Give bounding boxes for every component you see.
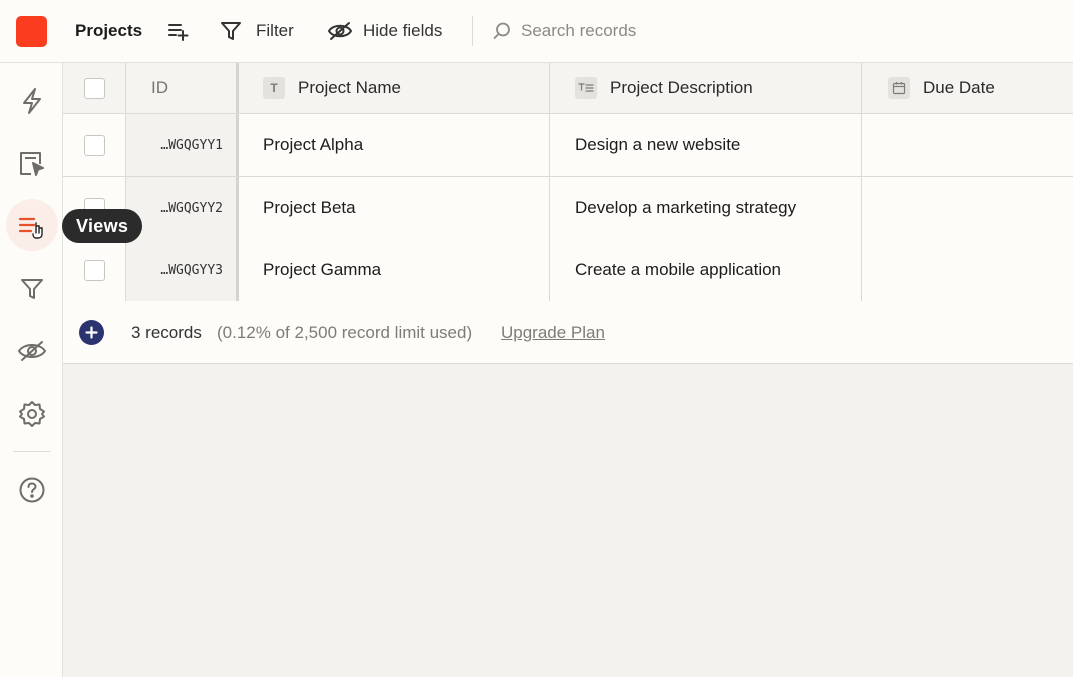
grid-footer: 3 records (0.12% of 2,500 record limit u… xyxy=(63,301,1073,364)
add-record-button[interactable] xyxy=(79,320,104,345)
settings-icon xyxy=(19,401,45,427)
record-id: …WGQGYY3 xyxy=(160,262,223,278)
date-field-icon xyxy=(888,77,910,99)
project-description-cell[interactable]: Design a new website xyxy=(550,114,862,176)
sidebar-divider xyxy=(13,451,50,452)
project-description-cell[interactable]: Create a mobile application xyxy=(550,239,862,301)
lightning-icon xyxy=(23,88,41,114)
interface-icon xyxy=(20,152,44,176)
hide-fields-button[interactable]: Hide fields xyxy=(363,21,442,41)
help-button[interactable] xyxy=(6,464,58,516)
column-header-id[interactable]: ID xyxy=(126,63,239,113)
automations-button[interactable] xyxy=(6,75,58,127)
column-header-label: Project Name xyxy=(298,78,401,97)
column-header-project-description[interactable]: Project Description xyxy=(550,63,862,113)
project-description-cell[interactable]: Develop a marketing strategy xyxy=(550,177,862,239)
view-title[interactable]: Projects xyxy=(75,21,142,41)
top-toolbar: Projects Filter Hide fields Search recor… xyxy=(0,0,1073,63)
filter-sidebar-button[interactable] xyxy=(6,263,58,315)
column-header-label: Project Description xyxy=(610,78,753,97)
record-limit-usage: (0.12% of 2,500 record limit used) xyxy=(217,323,473,342)
help-icon xyxy=(19,477,45,503)
filter-icon xyxy=(21,279,43,299)
views-button[interactable] xyxy=(6,199,58,251)
views-tooltip: Views xyxy=(62,209,143,243)
row-checkbox[interactable] xyxy=(83,134,105,156)
table-header-row: ID T Project Name Project Description Du… xyxy=(63,63,1073,114)
select-all-cell xyxy=(63,63,126,113)
due-date-cell[interactable] xyxy=(862,239,1073,301)
hide-icon xyxy=(17,341,47,361)
record-count: 3 records xyxy=(131,323,202,342)
toolbar-divider xyxy=(472,16,473,46)
long-text-field-icon xyxy=(575,77,597,99)
id-cell[interactable]: …WGQGYY2 xyxy=(126,177,239,239)
text-field-icon: T xyxy=(263,77,285,99)
table-row[interactable]: …WGQGYY3 Project Gamma Create a mobile a… xyxy=(63,239,1073,302)
search-input[interactable]: Search records xyxy=(521,21,636,41)
search-icon xyxy=(490,19,514,43)
column-header-due-date[interactable]: Due Date xyxy=(862,63,1073,113)
due-date-cell[interactable] xyxy=(862,114,1073,176)
record-id: …WGQGYY1 xyxy=(160,137,223,153)
app-logo[interactable] xyxy=(16,16,47,47)
table-row[interactable]: …WGQGYY1 Project Alpha Design a new webs… xyxy=(63,114,1073,177)
row-select-cell xyxy=(63,239,126,301)
filter-button[interactable]: Filter xyxy=(256,21,294,41)
record-id: …WGQGYY2 xyxy=(160,200,223,216)
project-name-cell[interactable]: Project Alpha xyxy=(239,114,550,176)
views-icon xyxy=(18,217,43,239)
hide-sidebar-button[interactable] xyxy=(6,325,58,377)
filter-icon[interactable] xyxy=(219,19,243,43)
settings-button[interactable] xyxy=(6,388,58,440)
select-all-checkbox[interactable] xyxy=(83,77,105,99)
left-sidebar xyxy=(0,63,63,677)
upgrade-plan-link[interactable]: Upgrade Plan xyxy=(501,323,605,343)
column-header-label: Due Date xyxy=(923,78,995,97)
row-checkbox[interactable] xyxy=(83,259,105,281)
due-date-cell[interactable] xyxy=(862,177,1073,239)
project-name-cell[interactable]: Project Beta xyxy=(239,177,550,239)
hide-fields-icon[interactable] xyxy=(326,19,353,43)
plus-icon xyxy=(85,326,98,339)
column-header-project-name[interactable]: T Project Name xyxy=(239,63,550,113)
add-view-icon[interactable] xyxy=(166,19,190,43)
id-cell[interactable]: …WGQGYY3 xyxy=(126,239,239,301)
project-name-cell[interactable]: Project Gamma xyxy=(239,239,550,301)
row-select-cell xyxy=(63,114,126,176)
interfaces-button[interactable] xyxy=(6,138,58,190)
id-cell[interactable]: …WGQGYY1 xyxy=(126,114,239,176)
table-row[interactable]: …WGQGYY2 Project Beta Develop a marketin… xyxy=(63,177,1073,240)
